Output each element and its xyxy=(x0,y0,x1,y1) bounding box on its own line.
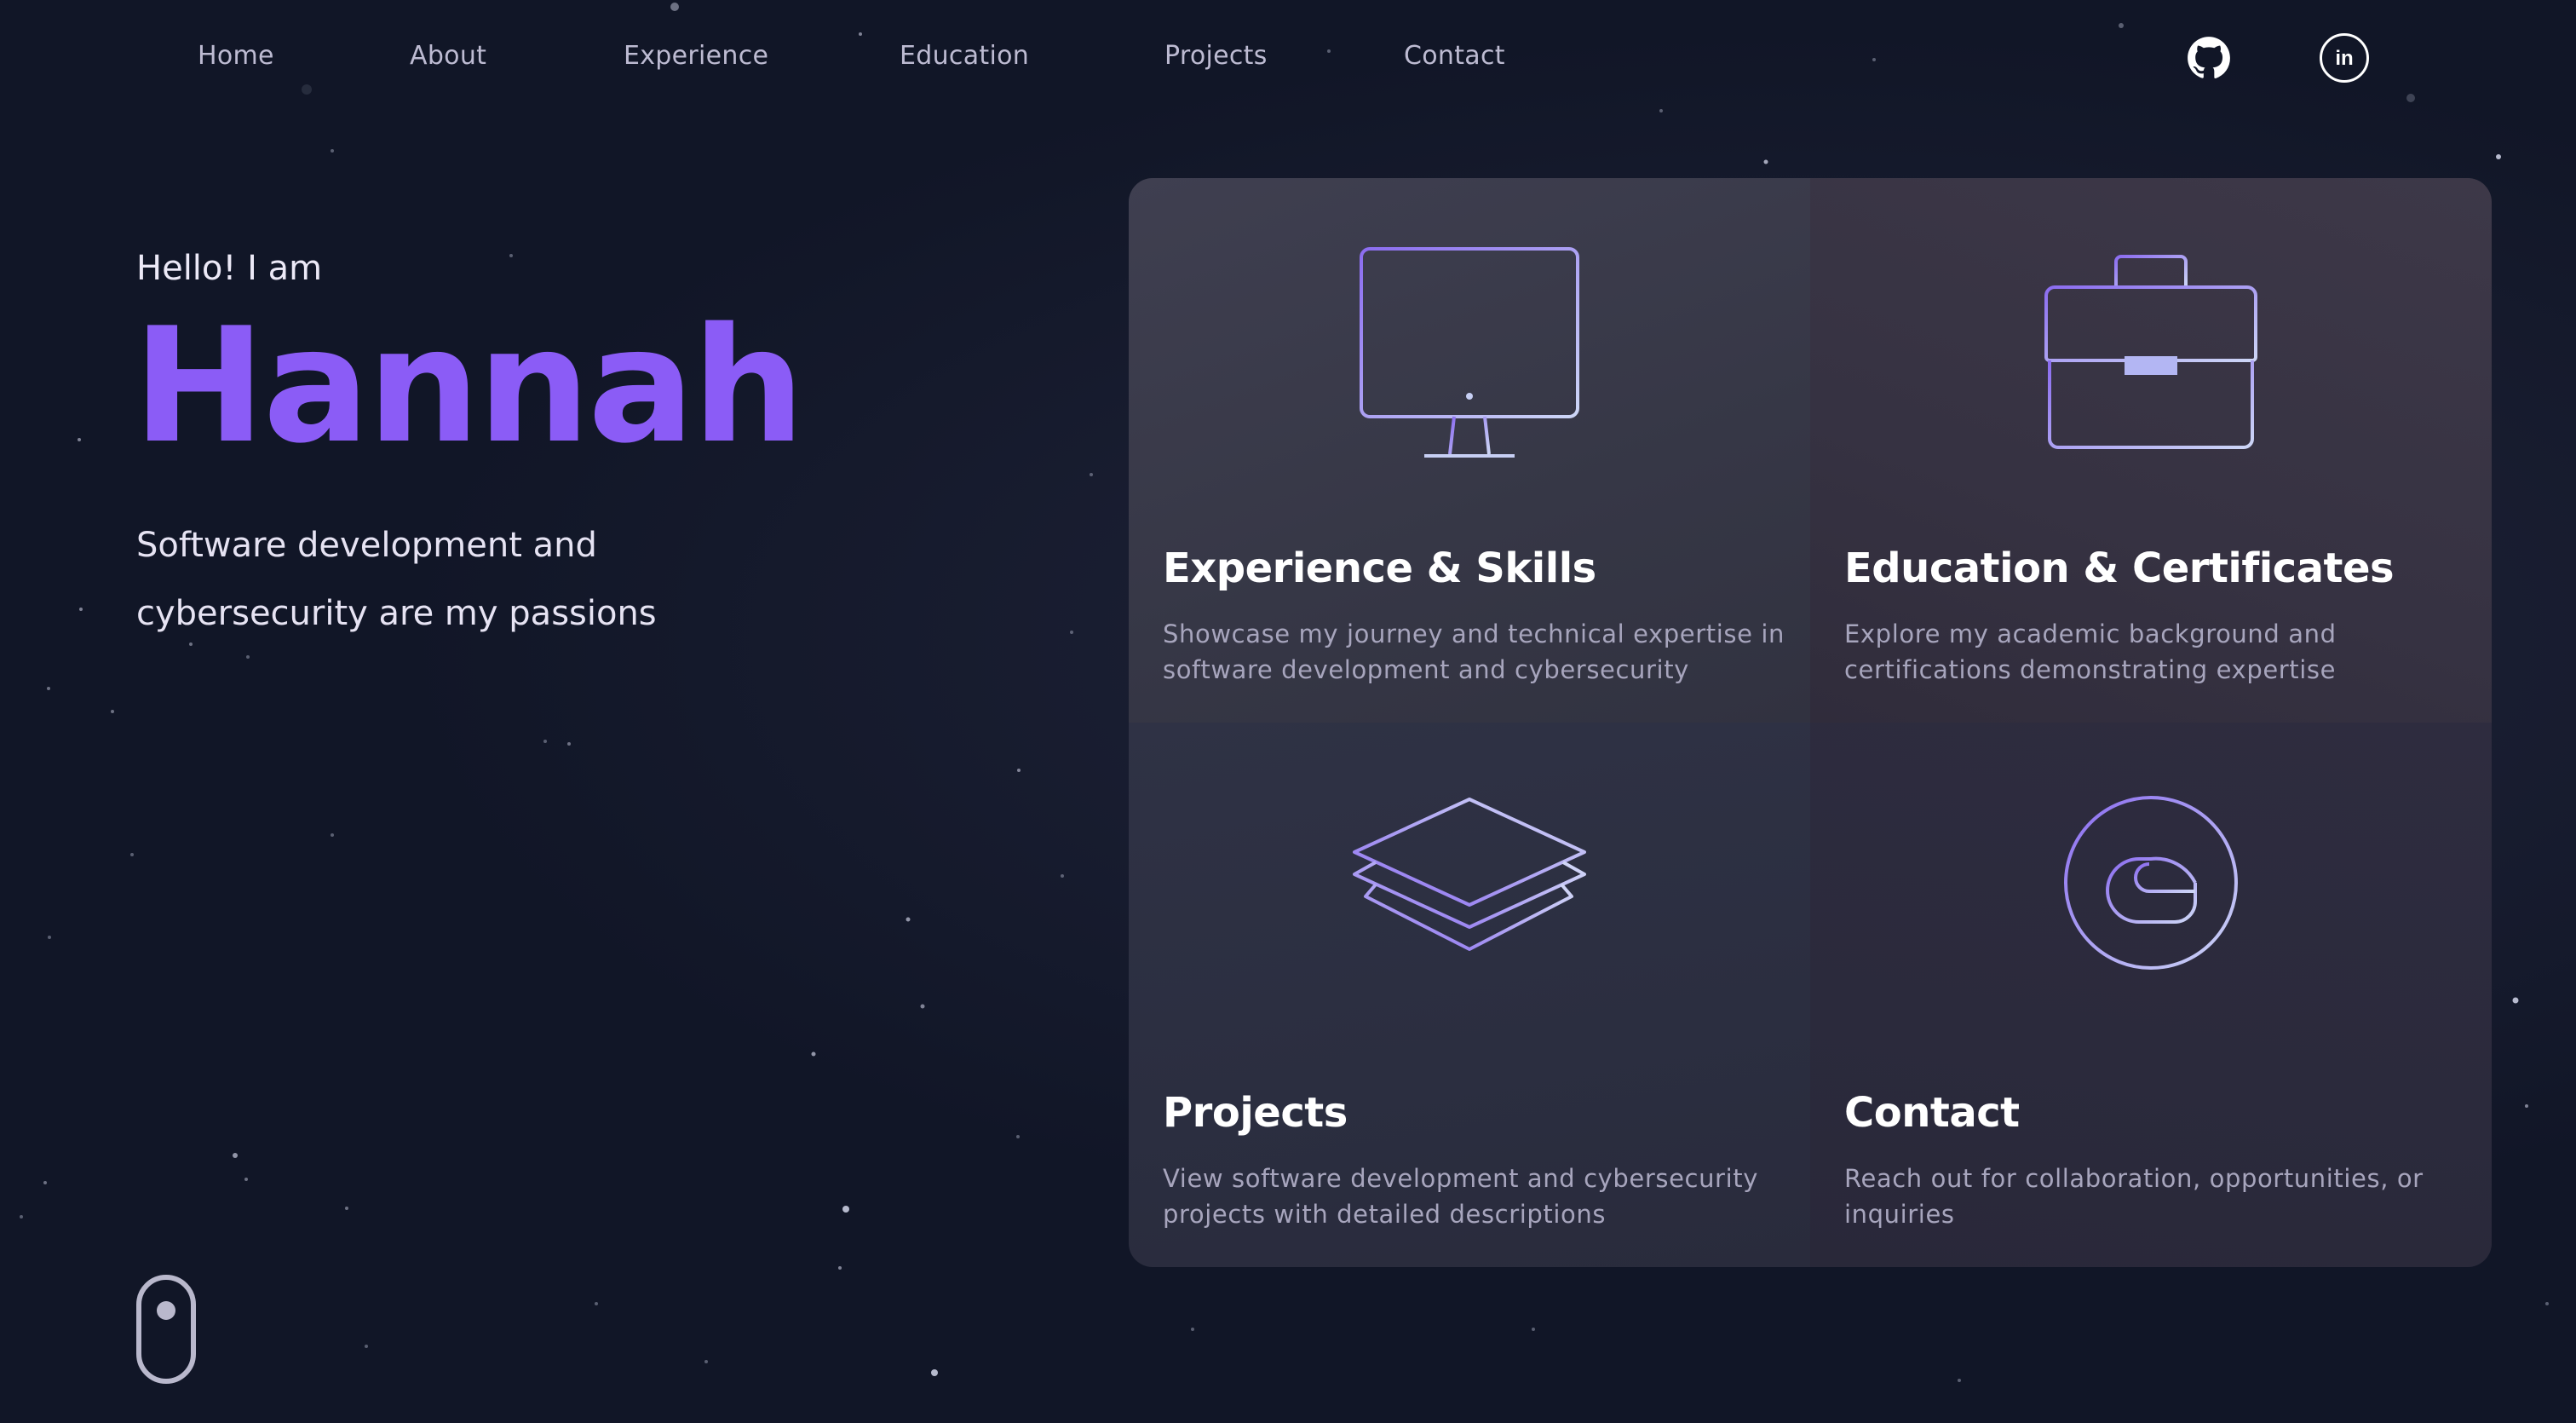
card-description: Reach out for collaboration, opportuniti… xyxy=(1844,1164,2424,1229)
feature-cards-grid: Experience & Skills Showcase my journey … xyxy=(1129,178,2492,1267)
top-nav: Home About Experience Education Projects… xyxy=(0,0,2576,118)
card-title: Education & Certificates xyxy=(1844,544,2395,592)
linkedin-icon: in xyxy=(2320,33,2369,83)
card-description: Showcase my journey and technical expert… xyxy=(1163,619,1785,684)
card-title: Experience & Skills xyxy=(1163,544,1596,592)
card-description: View software development and cybersecur… xyxy=(1163,1164,1758,1229)
card-description: Explore my academic background and certi… xyxy=(1844,619,2337,684)
nav-contact-link[interactable]: Contact xyxy=(1404,41,1505,71)
hero-greeting: Hello! I am xyxy=(136,249,323,288)
hero-tagline: Software development and cybersecurity a… xyxy=(136,526,657,633)
nav-projects-link[interactable]: Projects xyxy=(1164,41,1268,71)
linkedin-icon-text: in xyxy=(2335,47,2353,70)
briefcase-icon xyxy=(2044,255,2257,449)
card-experience-skills[interactable]: Experience & Skills Showcase my journey … xyxy=(1129,178,1810,723)
card-projects[interactable]: Projects View software development and c… xyxy=(1129,723,1810,1267)
mouse-scroll-icon[interactable] xyxy=(136,1275,196,1384)
layers-icon xyxy=(1353,798,1586,951)
github-icon xyxy=(2188,37,2230,79)
card-contact[interactable]: Contact Reach out for collaboration, opp… xyxy=(1810,723,2492,1267)
github-link[interactable] xyxy=(2183,32,2234,84)
at-sign-icon xyxy=(2064,796,2238,970)
card-title: Projects xyxy=(1163,1089,1348,1137)
nav-experience-link[interactable]: Experience xyxy=(624,41,768,71)
portfolio-page: Home About Experience Education Projects… xyxy=(0,0,2576,1423)
hero-name: Hannah xyxy=(133,293,805,478)
linkedin-link[interactable]: in xyxy=(2319,32,2370,84)
nav-home-link[interactable]: Home xyxy=(198,41,274,71)
card-education-certificates[interactable]: Education & Certificates Explore my acad… xyxy=(1810,178,2492,723)
monitor-icon xyxy=(1360,247,1579,458)
card-title: Contact xyxy=(1844,1089,2020,1137)
nav-about-link[interactable]: About xyxy=(410,41,486,71)
nav-education-link[interactable]: Education xyxy=(900,41,1029,71)
